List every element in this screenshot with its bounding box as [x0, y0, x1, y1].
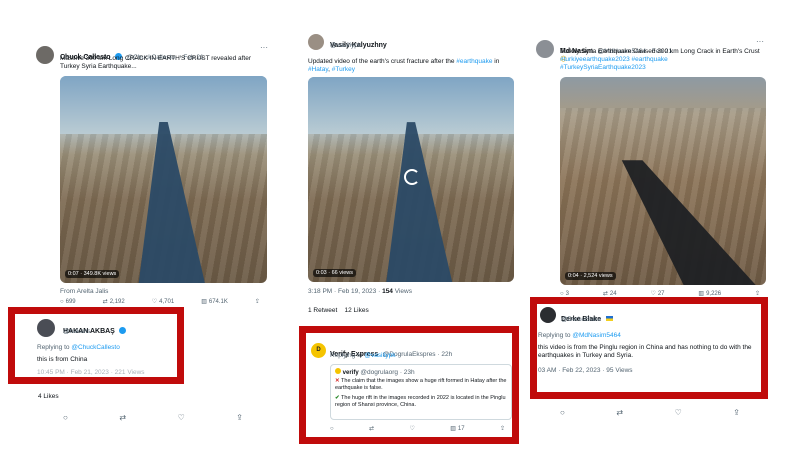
heart-icon: ♡: [650, 291, 656, 297]
author-handle[interactable]: @vasiliypk: [330, 42, 361, 49]
avatar[interactable]: [536, 40, 554, 58]
retweet-button[interactable]: ⇄ 2,192: [102, 298, 125, 306]
bottom-action-bar: ○ ⇄ ♡ ⇪: [63, 413, 243, 422]
avatar[interactable]: [37, 319, 55, 337]
share-icon: ⇪: [254, 299, 260, 305]
retweets-line[interactable]: 1 Retweet: [308, 307, 337, 314]
cross-icon: ✕: [335, 378, 340, 384]
replying-to-link[interactable]: @vasiliypk: [364, 352, 395, 359]
video-views-label: 0:03 · 66 views: [313, 269, 356, 277]
share-icon[interactable]: ⇪: [500, 425, 505, 432]
share-icon[interactable]: ⇪: [733, 408, 740, 417]
tweet-video[interactable]: 0:04 · 2,524 views: [560, 77, 766, 285]
reply-time: 10:45 PM · Feb 21, 2023 · 221 Views: [37, 369, 145, 376]
share-icon: ⇪: [754, 291, 760, 297]
retweet-icon[interactable]: ⇄: [616, 408, 623, 417]
more-icon[interactable]: ···: [756, 37, 764, 46]
reply-time: 03 AM · Feb 22, 2023 · 95 Views: [538, 367, 633, 374]
reply-action-bar: ○ ⇄ ♡ ▥ 17 ⇪: [330, 425, 505, 433]
tweet-time: 3:18 PM · Feb 19, 2023 · 154 Views: [308, 288, 412, 295]
quote-handle: @dogrulaorg · 23h: [360, 369, 415, 376]
retweet-icon: ⇄: [602, 291, 608, 297]
reply-handle[interactable]: @DerkeBlake: [561, 316, 601, 323]
highlight-box-reply-3: Derke Blake @DerkeBlake Replying to @MdN…: [530, 297, 768, 399]
share-icon[interactable]: ⇪: [236, 413, 243, 422]
tweet-text: Updated video of the earth's crust fract…: [308, 58, 500, 73]
engagement-line: 1 Retweet 12 Likes: [308, 307, 369, 315]
bottom-action-bar: ○ ⇄ ♡ ⇪: [560, 408, 740, 417]
reply-button[interactable]: ○ 699: [60, 298, 76, 305]
reply-text: this video is from the Pinglu region in …: [538, 344, 752, 359]
verified-icon: [119, 327, 127, 334]
reply-icon[interactable]: ○: [63, 413, 68, 422]
quote-author: verify: [342, 370, 359, 376]
reply-button[interactable]: ○ 3: [560, 290, 569, 297]
ukraine-flag-icon: [605, 316, 613, 321]
hashtag-earthquake[interactable]: #earthquake: [456, 58, 492, 65]
heart-icon[interactable]: ♡: [675, 408, 682, 417]
quote-line-1: The claim that the images show a huge ri…: [335, 378, 507, 391]
check-icon: ✔: [335, 395, 340, 401]
reply-icon: ○: [60, 298, 64, 305]
tweet-text: Massive 300 km Long CRACK IN EARTH'S CRU…: [60, 55, 252, 70]
like-button[interactable]: ♡ 4,701: [151, 298, 174, 306]
views-button[interactable]: ▥ 674.1K: [201, 298, 228, 306]
tweet-video[interactable]: 0:03 · 66 views: [308, 77, 514, 282]
share-button[interactable]: ⇪: [755, 290, 760, 297]
from-line: From Arelta Jalis: [60, 288, 109, 295]
heart-icon[interactable]: ♡: [178, 413, 185, 422]
retweet-icon[interactable]: ⇄: [369, 425, 374, 432]
chart-icon: ▥: [201, 299, 207, 305]
replying-to-link[interactable]: @MdNasim5464: [572, 332, 621, 339]
reply-icon[interactable]: ○: [330, 425, 334, 432]
reply-handle[interactable]: @hakans: [63, 328, 91, 335]
like-button[interactable]: ♡ 27: [650, 290, 664, 298]
quote-line-2: The huge rift in the images recorded in …: [335, 395, 506, 408]
avatar[interactable]: [540, 307, 556, 323]
hashtag-hatay[interactable]: #Hatay: [308, 66, 328, 73]
tweet-hashtags[interactable]: #turkiyeearthquake2023 #earthquake #Turk…: [560, 56, 690, 72]
loading-spinner-icon: [404, 169, 420, 185]
quoted-tweet[interactable]: verify @dogrulaorg · 23h ✕ The claim tha…: [330, 364, 512, 420]
chart-icon: ▥: [698, 291, 705, 297]
heart-icon[interactable]: ♡: [409, 425, 414, 432]
retweet-icon: ⇄: [102, 299, 108, 305]
avatar[interactable]: [36, 46, 54, 64]
views-button[interactable]: ▥ 9,226: [698, 290, 721, 298]
heart-icon: ♡: [151, 299, 158, 305]
likes-line[interactable]: 4 Likes: [38, 393, 59, 401]
chart-icon: ▥: [450, 426, 456, 432]
replying-to-link[interactable]: @ChuckCallesto: [71, 344, 120, 351]
video-views-label: 0:04 · 2,524 views: [565, 272, 616, 280]
verify-logo[interactable]: D: [311, 343, 326, 358]
reply-icon: ○: [560, 290, 564, 297]
retweet-icon[interactable]: ⇄: [119, 413, 126, 422]
quote-logo-icon: [335, 368, 341, 374]
more-icon[interactable]: ···: [260, 43, 268, 52]
highlight-box-reply-1: HAKAN AKBAŞ @hakans Replying to @ChuckCa…: [8, 307, 184, 384]
highlight-box-reply-2: D Verify Express @DogrulaEkspres · 22h R…: [299, 326, 519, 444]
replying-to-line: Replying to @MdNasim5464: [538, 332, 621, 339]
views-button[interactable]: ▥ 17: [450, 425, 464, 433]
likes-line[interactable]: 12 Likes: [345, 307, 369, 314]
replying-to-line: Replying to @vasiliypk: [330, 352, 396, 359]
retweet-button[interactable]: ⇄ 24: [602, 290, 617, 298]
action-bar: ○ 3 ⇄ 24 ♡ 27 ▥ 9,226 ⇪: [560, 290, 760, 298]
tweet-video[interactable]: 0:07 · 349.8K views: [60, 76, 267, 283]
reply-icon[interactable]: ○: [560, 408, 565, 417]
avatar[interactable]: [308, 34, 324, 50]
hashtag-turkey[interactable]: #Turkey: [332, 66, 355, 73]
replying-to-line: Replying to @ChuckCallesto: [37, 344, 120, 351]
action-bar: ○ 699 ⇄ 2,192 ♡ 4,701 ▥ 674.1K ⇪: [60, 298, 260, 306]
share-button[interactable]: ⇪: [255, 298, 260, 305]
video-views-label: 0:07 · 349.8K views: [65, 270, 120, 278]
reply-text: this is from China: [37, 356, 88, 363]
